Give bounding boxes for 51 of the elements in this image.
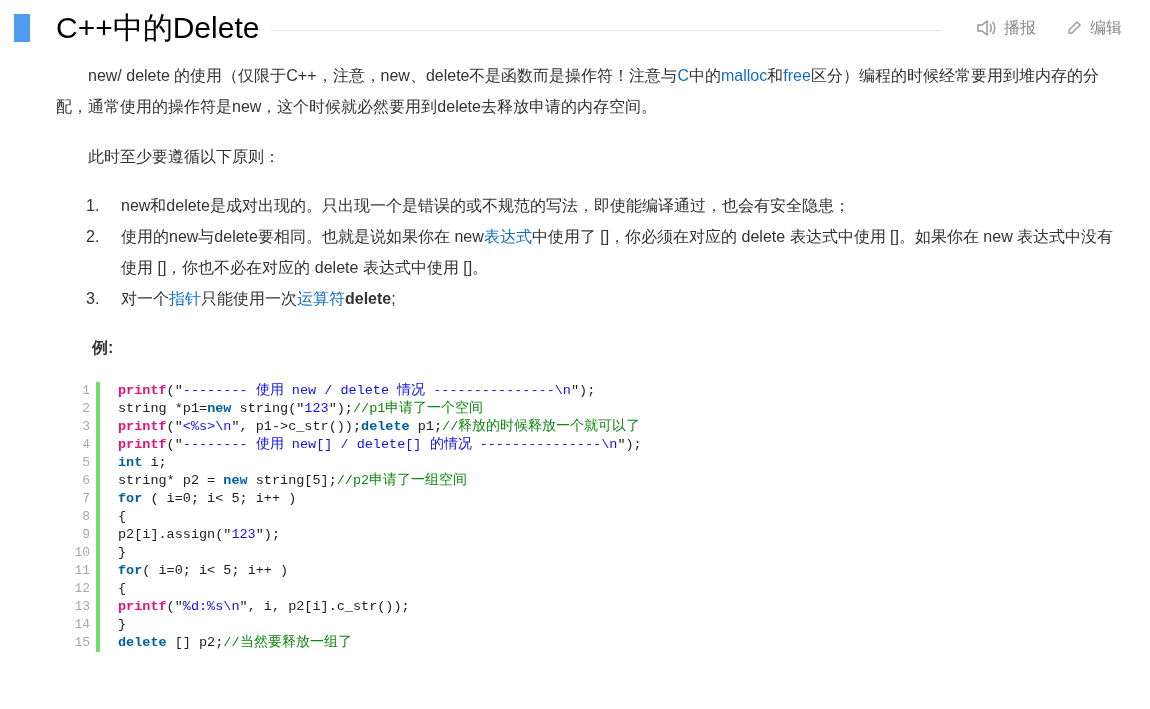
code-line: } xyxy=(118,544,127,562)
pencil-icon xyxy=(1066,20,1082,36)
section-marker xyxy=(14,14,30,42)
code-line: } xyxy=(118,616,127,634)
list-number: 3. xyxy=(86,289,101,309)
code-line: printf("-------- 使用 new / delete 情况 ---------------\n"); xyxy=(118,382,596,400)
line-number: 10 xyxy=(74,544,90,562)
header-action-button[interactable]: 播报 xyxy=(976,16,1036,40)
line-number: 12 xyxy=(74,580,90,598)
example-label: 例: xyxy=(92,338,114,358)
list-number: 1. xyxy=(86,196,101,216)
code-line: printf("%d:%s\n", i, p2[i].c_str()); xyxy=(118,598,410,616)
section-title: C++中的Delete xyxy=(56,10,260,46)
code-line: for ( i=0; i< 5; i++ ) xyxy=(118,490,297,508)
line-number: 2 xyxy=(82,400,90,418)
line-number: 11 xyxy=(74,562,90,580)
code-line: for( i=0; i< 5; i++ ) xyxy=(118,562,289,580)
code-line: delete [] p2;//当然要释放一组了 xyxy=(118,634,352,652)
line-number: 3 xyxy=(82,418,90,436)
line-number: 6 xyxy=(82,472,90,490)
code-line: printf("<%s>\n", p1->c_str());delete p1;//释放的时候释放一个就可以了 xyxy=(118,418,641,436)
line-number: 1 xyxy=(82,382,90,400)
text-link[interactable]: C xyxy=(677,67,690,84)
code-line: string* p2 = new string[5];//p2申请了一组空间 xyxy=(118,472,468,490)
line-number: 7 xyxy=(82,490,90,508)
list-number: 2. xyxy=(86,227,101,247)
line-number: 14 xyxy=(74,616,90,634)
header-action-button[interactable]: 编辑 xyxy=(1066,16,1122,40)
list-item-text: new和delete是成对出现的。只出现一个是错误的或不规范的写法，即使能编译通过，也会有安全隐患； xyxy=(121,196,850,216)
list-item-text: 使用的new与delete要相同。也就是说如果你在 new表达式中使用了 []，你必须在对应的 delete 表达式中使用 []。如果你在 new 表达式中没有使用 []，你也不必在对应的 delete 表达式中使用 []。 xyxy=(121,227,1115,278)
intro-paragraph: new/ delete 的使用（仅限于C++，注意，new、delete不是函数而是操作符！注意与C中的malloc和free区分）编程的时候经常要用到堆内存的分配，通常使用的操作符是new，这个时候就必然要用到delete去释放申请的内存空间。 xyxy=(56,66,1100,117)
text-link[interactable]: free xyxy=(783,67,811,84)
code-line: string *p1=new string("123");//p1申请了一个空间 xyxy=(118,400,484,418)
text-link[interactable]: 表达式 xyxy=(483,228,532,245)
line-number: 13 xyxy=(74,598,90,616)
line-number: 15 xyxy=(74,634,90,652)
line-number: 5 xyxy=(82,454,90,472)
code-line: p2[i].assign("123"); xyxy=(118,526,281,544)
line-number: 4 xyxy=(82,436,90,454)
line-number: 9 xyxy=(82,526,90,544)
speaker-icon xyxy=(976,19,996,37)
code-line: printf("-------- 使用 new[] / delete[] 的情况 ---------------\n"); xyxy=(118,436,642,454)
code-line: { xyxy=(118,508,127,526)
code-line: { xyxy=(118,580,127,598)
list-item-text: 对一个指针只能使用一次运算符delete; xyxy=(121,289,396,309)
text-link[interactable]: 运算符 xyxy=(297,290,345,307)
line-number: 8 xyxy=(82,508,90,526)
text-link[interactable]: malloc xyxy=(721,67,768,84)
text-link[interactable]: 指针 xyxy=(169,290,201,307)
code-line: int i; xyxy=(118,454,167,472)
lead-text: 此时至少要遵循以下原则： xyxy=(87,147,281,167)
